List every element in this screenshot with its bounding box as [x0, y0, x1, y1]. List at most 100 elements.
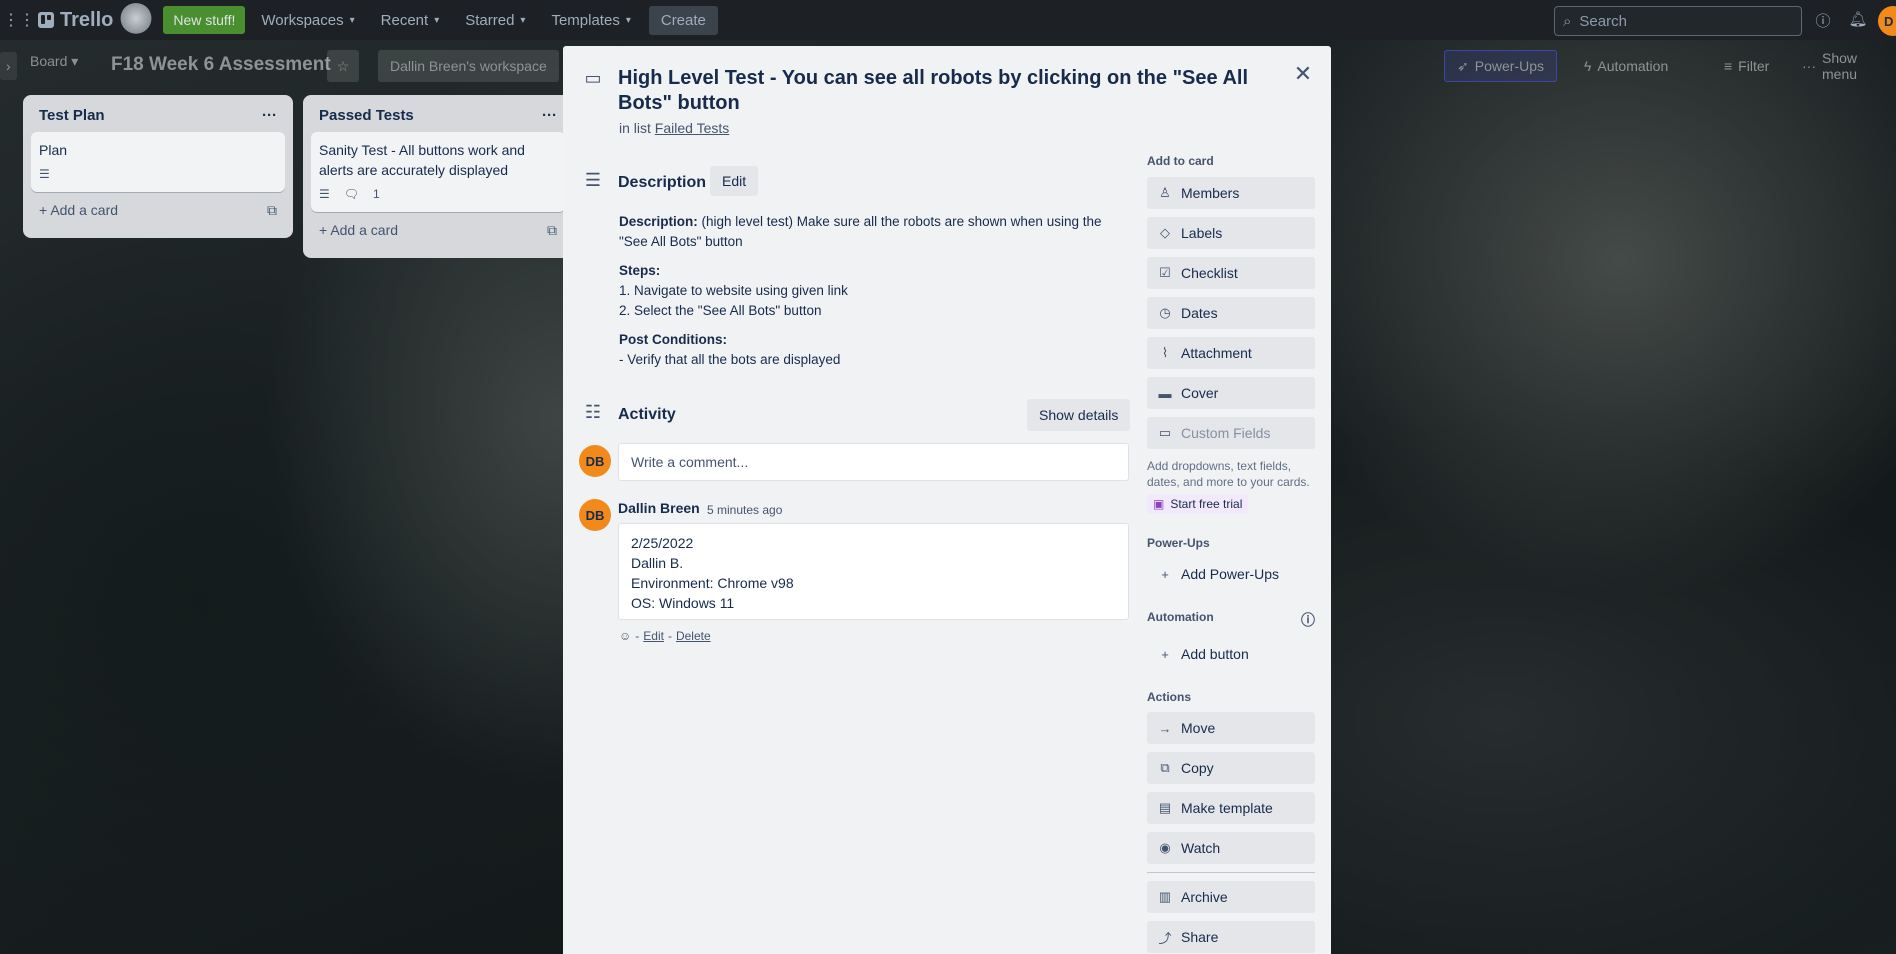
card-detail-modal: ✕ ▭ High Level Test - You can see all ro… [563, 46, 1331, 954]
checkbox-icon: ☑ [1159, 265, 1171, 280]
new-stuff-button[interactable]: New stuff! [163, 6, 246, 34]
board-view-label: Board [30, 53, 68, 69]
show-menu-label: Show menu [1822, 50, 1858, 82]
nav-workspaces-label: Workspaces [261, 11, 344, 29]
activity-heading: Activity [618, 406, 676, 423]
info-icon[interactable]: ⓘ [1813, 10, 1833, 30]
members-label: Members [1181, 185, 1240, 201]
add-card-button[interactable]: + Add a card ⧉ [311, 212, 565, 239]
add-button-button[interactable]: + Add button [1147, 638, 1315, 670]
card-list-location: in list Failed Tests [619, 120, 729, 136]
nav-templates[interactable]: Templates ▾ [541, 6, 640, 35]
edit-description-button[interactable]: Edit [710, 166, 759, 196]
move-button[interactable]: → Move [1147, 712, 1315, 744]
card-title: Sanity Test - All buttons work and alert… [319, 142, 525, 178]
bell-icon[interactable]: 🔔︎ [1848, 10, 1868, 30]
template-icon[interactable]: ⧉ [267, 202, 277, 219]
workspace-button[interactable]: Dallin Breen's workspace [378, 50, 559, 82]
app-switcher-icon[interactable]: ⋮⋮ [3, 9, 35, 31]
list-card[interactable]: Plan ☰ [31, 132, 285, 192]
create-button[interactable]: Create [648, 5, 718, 35]
attachment-button[interactable]: ⌇ Attachment [1147, 337, 1315, 369]
add-powerups-button[interactable]: + Add Power-Ups [1147, 558, 1315, 590]
plus-icon: + [1161, 566, 1169, 582]
star-icon[interactable]: ☆ [327, 50, 359, 82]
share-label: Share [1181, 929, 1219, 945]
comment-input[interactable]: Write a comment... [618, 443, 1129, 481]
list-title[interactable]: Test Plan [39, 107, 105, 124]
labels-button[interactable]: ◇ Labels [1147, 217, 1315, 249]
checklist-button[interactable]: ☑ Checklist [1147, 257, 1315, 289]
trello-logo[interactable]: Trello [38, 9, 113, 32]
avatar[interactable]: DB [579, 445, 611, 477]
edit-comment-link[interactable]: Edit [643, 629, 664, 643]
more-icon: ··· [1802, 58, 1816, 74]
template-icon[interactable]: ⧉ [547, 222, 557, 239]
show-menu-button[interactable]: ··· Show menu [1790, 50, 1896, 82]
sidebar-toggle[interactable]: › [0, 52, 17, 80]
powerups-label: Power-Ups [1147, 536, 1210, 550]
custom-fields-icon: ▭ [1158, 425, 1172, 440]
tag-icon: ◇ [1160, 225, 1170, 240]
archive-button[interactable]: ▥ Archive [1147, 881, 1315, 913]
nav-recent[interactable]: Recent ▾ [371, 6, 450, 35]
add-card-label: Add a card [50, 202, 119, 218]
list-card[interactable]: Sanity Test - All buttons work and alert… [311, 132, 565, 212]
add-button-label: Add button [1181, 646, 1249, 662]
card-title: Plan [39, 142, 68, 158]
card-title[interactable]: High Level Test - You can see all robots… [618, 66, 1278, 116]
board-view-switcher[interactable]: Board ▾ [30, 53, 78, 70]
mascot-icon [119, 3, 154, 37]
start-free-trial-button[interactable]: ▣ Start free trial [1147, 494, 1249, 514]
members-button[interactable]: ♙ Members [1147, 177, 1315, 209]
nav-starred[interactable]: Starred ▾ [455, 6, 535, 35]
cover-button[interactable]: ▬ Cover [1147, 377, 1315, 409]
share-button[interactable]: ⤴ Share [1147, 921, 1315, 953]
list-link[interactable]: Failed Tests [655, 120, 729, 136]
close-icon[interactable]: ✕ [1289, 60, 1317, 88]
dates-button[interactable]: ◷ Dates [1147, 297, 1315, 329]
watch-button[interactable]: ◉ Watch [1147, 832, 1315, 864]
description-body[interactable]: Description: (high level test) Make sure… [619, 212, 1129, 379]
cover-icon: ▬ [1158, 385, 1172, 401]
search-icon: ⌕ [1563, 12, 1572, 30]
search-input[interactable]: ⌕ Search [1554, 6, 1802, 36]
show-details-button[interactable]: Show details [1027, 399, 1131, 431]
copy-button[interactable]: ⧉ Copy [1147, 752, 1315, 784]
chevron-down-icon: ▾ [434, 14, 440, 26]
post-label: Post Conditions: [619, 332, 727, 347]
trial-label: Start free trial [1170, 497, 1243, 511]
board-title[interactable]: F18 Week 6 Assessment [111, 54, 331, 76]
post-1: - Verify that all the bots are displayed [619, 352, 841, 367]
more-icon[interactable]: ··· [542, 107, 557, 124]
make-template-button[interactable]: ▤ Make template [1147, 792, 1315, 824]
comment-author[interactable]: Dallin Breen [618, 500, 700, 516]
automation-label: Automation [1147, 610, 1214, 624]
nav-workspaces[interactable]: Workspaces ▾ [251, 6, 364, 35]
comment-icon: 🗨︎ [343, 187, 359, 201]
add-to-card-label: Add to card [1147, 154, 1214, 168]
activity-icon: ☷ [584, 402, 602, 422]
add-card-button[interactable]: + Add a card ⧉ [31, 192, 285, 219]
description-heading: Description [618, 174, 707, 191]
delete-comment-link[interactable]: Delete [676, 629, 711, 643]
avatar[interactable]: DB [579, 499, 611, 531]
automation-header: Automation ⓘ [1147, 610, 1315, 630]
in-list-prefix: in list [619, 120, 651, 136]
comment-actions: ☺ - Edit - Delete [619, 629, 711, 643]
list-test-plan: Test Plan ··· Plan ☰ + Add a card ⧉ [23, 95, 293, 238]
powerups-button[interactable]: ➶ Power-Ups [1444, 50, 1557, 82]
more-icon[interactable]: ··· [262, 107, 277, 124]
comment-line: OS: Windows 11 [631, 595, 735, 611]
emoji-reaction-icon[interactable]: ☺ [619, 629, 631, 643]
list-title[interactable]: Passed Tests [319, 107, 414, 124]
automation-button[interactable]: ϟ Automation [1572, 50, 1680, 82]
comment-time[interactable]: 5 minutes ago [707, 503, 782, 517]
custom-fields-button[interactable]: ▭ Custom Fields [1147, 417, 1315, 449]
list-header: Test Plan ··· [31, 103, 285, 132]
filter-button[interactable]: ≡ Filter [1712, 50, 1781, 82]
comment-line: Dallin B. [631, 555, 684, 571]
copy-label: Copy [1181, 760, 1214, 776]
info-icon[interactable]: ⓘ [1301, 610, 1315, 630]
nav-templates-label: Templates [551, 11, 620, 29]
